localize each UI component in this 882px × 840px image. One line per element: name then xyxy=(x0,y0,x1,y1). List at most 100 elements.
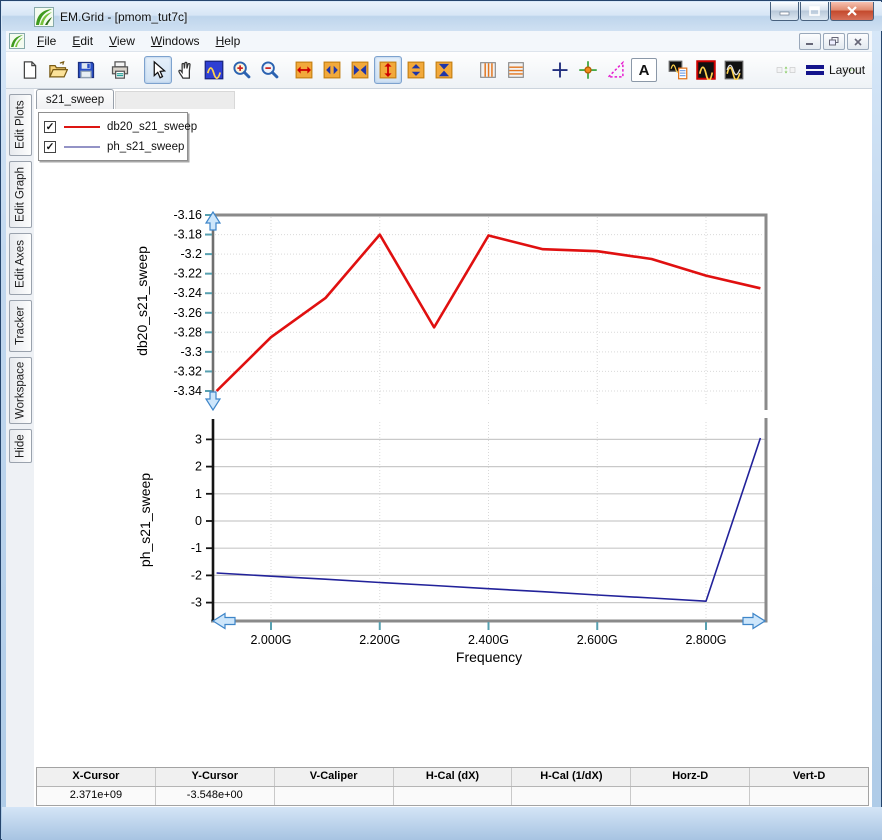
save-icon xyxy=(76,60,96,80)
svg-text:ph_s21_sweep: ph_s21_sweep xyxy=(137,473,153,567)
pan-hand-icon xyxy=(176,60,196,80)
cross-cursor-icon xyxy=(550,60,570,80)
center-y-icon xyxy=(435,61,453,79)
cursor-table-header-cell: H-Cal (dX) xyxy=(394,768,513,786)
title-bar[interactable]: EM.Grid - [pmom_tut7c] xyxy=(2,2,882,31)
cursor-table-header-cell: Y-Cursor xyxy=(156,768,275,786)
horizontal-gridlines-button[interactable] xyxy=(502,56,530,84)
cursor-table-value-cell: 2.371e+09 xyxy=(37,787,156,805)
sidebar-item-hide[interactable]: Hide xyxy=(9,429,32,463)
svg-text:2.200G: 2.200G xyxy=(359,633,400,647)
zoom-out-button[interactable] xyxy=(256,56,284,84)
legend-label-ph: ph_s21_sweep xyxy=(107,141,184,153)
cursor-table-header-cell: V-Caliper xyxy=(275,768,394,786)
shrink-y-icon xyxy=(407,61,425,79)
mdi-close-icon xyxy=(854,38,862,46)
select-tool-button[interactable] xyxy=(144,56,172,84)
svg-text:1: 1 xyxy=(195,487,202,501)
horizontal-gridlines-icon xyxy=(507,61,525,79)
sidebar-item-workspace[interactable]: Workspace xyxy=(9,357,32,424)
minimize-icon xyxy=(779,7,791,16)
svg-text:-3.22: -3.22 xyxy=(174,267,203,281)
svg-text:-3.18: -3.18 xyxy=(174,228,203,242)
add-text-icon: A xyxy=(631,58,657,82)
legend-item[interactable]: ✓ ph_s21_sweep xyxy=(44,137,182,157)
menu-help[interactable]: Help xyxy=(208,32,249,50)
cursor-table-header-cell: H-Cal (1/dX) xyxy=(512,768,631,786)
zoom-out-icon xyxy=(260,60,280,80)
cursor-table-header-row: X-CursorY-CursorV-CaliperH-Cal (dX)H-Cal… xyxy=(37,768,868,787)
expand-x-button[interactable] xyxy=(290,56,318,84)
new-document-icon xyxy=(20,60,40,80)
menu-edit[interactable]: Edit xyxy=(64,32,101,50)
vertical-gridlines-icon xyxy=(479,61,497,79)
svg-text:2.600G: 2.600G xyxy=(577,633,618,647)
svg-text:2.000G: 2.000G xyxy=(250,633,291,647)
mdi-close-button[interactable] xyxy=(847,33,869,50)
cursor-table-value-cell xyxy=(394,787,513,805)
svg-text:-2: -2 xyxy=(191,568,202,582)
expand-y-icon xyxy=(379,61,397,79)
fit-view-button[interactable] xyxy=(200,56,228,84)
tracker-button[interactable] xyxy=(574,56,602,84)
zoom-in-icon xyxy=(232,60,252,80)
shrink-y-button[interactable] xyxy=(402,56,430,84)
pan-tool-button[interactable] xyxy=(172,56,200,84)
legend-label-db20: db20_s21_sweep xyxy=(107,121,197,133)
print-icon xyxy=(110,60,130,80)
svg-text:-3.26: -3.26 xyxy=(174,306,203,320)
shrink-x-button[interactable] xyxy=(318,56,346,84)
cross-cursor-button[interactable] xyxy=(546,56,574,84)
svg-text:-3.16: -3.16 xyxy=(174,208,203,222)
open-folder-icon xyxy=(48,60,68,80)
plot-overlay-button[interactable] xyxy=(720,56,748,84)
cursor-table-header-cell: Vert-D xyxy=(750,768,868,786)
cursor-table-value-cell xyxy=(275,787,394,805)
menu-windows[interactable]: Windows xyxy=(143,32,208,50)
plot-legend-box: ✓ db20_s21_sweep ✓ ph_s21_sweep xyxy=(38,112,188,161)
close-button[interactable] xyxy=(830,2,874,21)
center-x-icon xyxy=(351,61,369,79)
legend-item[interactable]: ✓ db20_s21_sweep xyxy=(44,117,182,137)
save-button[interactable] xyxy=(72,56,100,84)
minimize-button[interactable] xyxy=(770,2,799,21)
mdi-restore-button[interactable] xyxy=(823,33,845,50)
mdi-minimize-button[interactable] xyxy=(799,33,821,50)
shrink-x-icon xyxy=(323,61,341,79)
print-button[interactable] xyxy=(106,56,134,84)
zoom-in-button[interactable] xyxy=(228,56,256,84)
svg-text:-3.24: -3.24 xyxy=(174,286,203,300)
sidebar-item-edit-plots[interactable]: Edit Plots xyxy=(9,94,32,156)
open-file-button[interactable] xyxy=(44,56,72,84)
fit-view-icon xyxy=(204,60,224,80)
vertical-gridlines-button[interactable] xyxy=(474,56,502,84)
center-y-button[interactable] xyxy=(430,56,458,84)
plot-with-legend-button[interactable] xyxy=(664,56,692,84)
maximize-button[interactable] xyxy=(800,2,829,21)
caliper-button[interactable] xyxy=(602,56,630,84)
menu-view[interactable]: View xyxy=(101,32,143,50)
document-icon xyxy=(9,33,25,49)
plot-canvas[interactable]: -3.16-3.18-3.2-3.22-3.24-3.26-3.28-3.3-3… xyxy=(34,109,872,767)
svg-text:-3.28: -3.28 xyxy=(174,325,203,339)
mdi-window-controls xyxy=(797,33,869,50)
sidebar-item-edit-axes[interactable]: Edit Axes xyxy=(9,233,32,295)
caliper-icon xyxy=(606,60,626,80)
legend-checkbox-db20[interactable]: ✓ xyxy=(44,121,56,133)
menu-file[interactable]: File xyxy=(29,32,64,50)
expand-x-icon xyxy=(295,61,313,79)
plot-with-legend-icon xyxy=(668,60,688,80)
sidebar-item-edit-graph[interactable]: Edit Graph xyxy=(9,161,32,228)
center-x-button[interactable] xyxy=(346,56,374,84)
plot-single-button[interactable] xyxy=(692,56,720,84)
add-text-button[interactable]: A xyxy=(630,56,658,84)
sidebar-item-tracker[interactable]: Tracker xyxy=(9,300,32,352)
legend-checkbox-ph[interactable]: ✓ xyxy=(44,141,56,153)
plots-svg: -3.16-3.18-3.2-3.22-3.24-3.26-3.28-3.3-3… xyxy=(34,109,872,767)
window-bottom-frame xyxy=(2,807,882,840)
layout-button[interactable]: Layout xyxy=(806,56,865,84)
toolbar: A Layout xyxy=(6,52,872,89)
tab-s21-sweep[interactable]: s21_sweep xyxy=(36,89,114,109)
expand-y-button[interactable] xyxy=(374,56,402,84)
new-document-button[interactable] xyxy=(16,56,44,84)
